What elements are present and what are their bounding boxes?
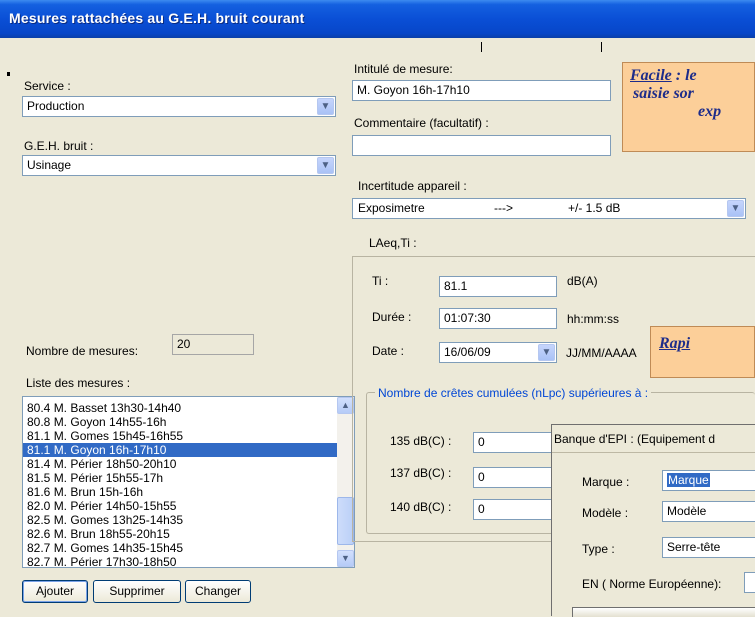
nombre-mesures-label: Nombre de mesures: bbox=[26, 344, 139, 358]
list-item[interactable]: 81.6 M. Brun 15h-16h bbox=[23, 485, 337, 499]
list-item[interactable]: 81.1 M. Gomes 15h45-16h55 bbox=[23, 429, 337, 443]
facile-note-line1: : le bbox=[671, 67, 697, 84]
list-item[interactable]: 81.5 M. Périer 15h55-17h bbox=[23, 471, 337, 485]
ti-label: Ti : bbox=[372, 274, 389, 288]
list-item[interactable]: 82.6 M. Brun 18h55-20h15 bbox=[23, 527, 337, 541]
facile-note-title: Facile bbox=[630, 67, 672, 84]
date-picker[interactable]: 16/06/09 ▼ bbox=[439, 342, 557, 363]
c140-input[interactable]: 0 bbox=[473, 499, 553, 520]
rapide-note-title: Rapi bbox=[659, 335, 691, 352]
facile-note-line3: exp bbox=[698, 103, 722, 120]
service-select[interactable]: Production ▼ bbox=[22, 96, 336, 117]
list-item[interactable]: 82.7 M. Périer 17h30-18h50 bbox=[23, 555, 337, 567]
commentaire-input[interactable] bbox=[352, 135, 611, 156]
list-item[interactable]: 81.4 M. Périer 18h50-20h10 bbox=[23, 457, 337, 471]
intitule-input-value: M. Goyon 16h-17h10 bbox=[357, 83, 470, 97]
cretes-group-title: Nombre de crêtes cumulées (nLpc) supérie… bbox=[375, 386, 652, 400]
incertitude-value: +/- 1.5 dB bbox=[568, 201, 621, 215]
c140-label: 140 dB(C) : bbox=[390, 500, 452, 514]
duree-label: Durée : bbox=[372, 310, 412, 324]
chevron-down-icon[interactable]: ▼ bbox=[727, 200, 744, 217]
epi-en-input[interactable] bbox=[744, 572, 755, 593]
supprimer-button[interactable]: Supprimer bbox=[93, 580, 181, 603]
list-item[interactable]: 80.4 M. Basset 13h30-14h40 bbox=[23, 401, 337, 415]
incertitude-arrow: ---> bbox=[494, 201, 513, 215]
duree-unit: hh:mm:ss bbox=[567, 312, 620, 326]
ti-input-value: 81.1 bbox=[444, 279, 468, 293]
liste-mesures-label: Liste des mesures : bbox=[26, 376, 131, 390]
epi-dialog[interactable]: Banque d'EPI : (Equipement d Marque : Ma… bbox=[551, 424, 755, 617]
geh-label: G.E.H. bruit : bbox=[24, 139, 94, 153]
date-label: Date : bbox=[372, 344, 405, 358]
list-item[interactable]: 81.1 M. Goyon 16h-17h10 bbox=[23, 443, 337, 457]
intitule-input[interactable]: M. Goyon 16h-17h10 bbox=[352, 80, 611, 101]
duree-input-value: 01:07:30 bbox=[444, 311, 491, 325]
ti-unit: dB(A) bbox=[567, 274, 598, 288]
ajouter-button[interactable]: Ajouter bbox=[22, 580, 88, 603]
epi-dialog-title[interactable]: Banque d'EPI : (Equipement d bbox=[552, 425, 755, 453]
chevron-down-icon[interactable]: ▼ bbox=[317, 157, 334, 174]
incertitude-label: Incertitude appareil : bbox=[358, 179, 467, 193]
c137-label: 137 dB(C) : bbox=[390, 466, 452, 480]
facile-note: Facile : le saisie sor exp bbox=[622, 62, 755, 152]
calendar-dropdown-icon[interactable]: ▼ bbox=[538, 344, 555, 361]
service-select-value: Production bbox=[27, 99, 85, 113]
list-item[interactable]: 80.8 M. Goyon 14h55-16h bbox=[23, 415, 337, 429]
epi-en-label: EN ( Norme Européenne): bbox=[582, 577, 722, 591]
epi-marque-label: Marque : bbox=[582, 475, 630, 489]
scroll-down-icon[interactable]: ▼ bbox=[337, 550, 354, 567]
epi-type-label: Type : bbox=[582, 542, 615, 556]
commentaire-label: Commentaire (facultatif) : bbox=[354, 116, 489, 130]
c135-input[interactable]: 0 bbox=[473, 432, 553, 453]
c137-input[interactable]: 0 bbox=[473, 467, 553, 488]
chevron-down-icon[interactable]: ▼ bbox=[317, 98, 334, 115]
date-picker-value: 16/06/09 bbox=[444, 345, 491, 359]
epi-marque-value: Marque bbox=[667, 473, 710, 487]
service-label: Service : bbox=[24, 79, 71, 93]
changer-button[interactable]: Changer bbox=[185, 580, 251, 603]
top-tick-mark bbox=[481, 42, 482, 52]
nombre-mesures-field: 20 bbox=[172, 334, 254, 355]
c140-input-value: 0 bbox=[478, 502, 485, 516]
geh-select-value: Usinage bbox=[27, 158, 72, 172]
epi-type-value: Serre-tête bbox=[667, 540, 721, 554]
duree-input[interactable]: 01:07:30 bbox=[439, 308, 557, 329]
top-line-mark bbox=[7, 72, 10, 76]
laeq-label: LAeq,Ti : bbox=[369, 236, 417, 250]
geh-select[interactable]: Usinage ▼ bbox=[22, 155, 336, 176]
date-unit: JJ/MM/AAAA bbox=[566, 346, 637, 360]
c137-input-value: 0 bbox=[478, 470, 485, 484]
epi-modele-value: Modèle bbox=[667, 504, 707, 518]
ti-input[interactable]: 81.1 bbox=[439, 276, 557, 297]
list-item[interactable]: 82.0 M. Périer 14h50-15h55 bbox=[23, 499, 337, 513]
epi-marque-input[interactable]: Marque bbox=[662, 470, 755, 491]
facile-note-line2: saisie sor bbox=[633, 85, 694, 102]
top-tick-mark-2 bbox=[601, 42, 602, 52]
intitule-label: Intitulé de mesure: bbox=[354, 62, 453, 76]
rapide-note: Rapi bbox=[650, 326, 755, 378]
measures-listbox[interactable]: 80.4 M. Basset 13h30-14h40 80.8 M. Goyon … bbox=[22, 396, 355, 568]
c135-input-value: 0 bbox=[478, 435, 485, 449]
window-title: Mesures rattachées au G.E.H. bruit coura… bbox=[9, 10, 305, 26]
c135-label: 135 dB(C) : bbox=[390, 434, 452, 448]
incertitude-device: Exposimetre bbox=[358, 201, 425, 215]
epi-modele-input[interactable]: Modèle bbox=[662, 501, 755, 522]
list-item[interactable]: 82.7 M. Gomes 14h35-15h45 bbox=[23, 541, 337, 555]
epi-type-select[interactable]: Serre-tête bbox=[662, 537, 755, 558]
window-titlebar[interactable]: Mesures rattachées au G.E.H. bruit coura… bbox=[0, 0, 755, 38]
list-item[interactable]: 82.5 M. Gomes 13h25-14h35 bbox=[23, 513, 337, 527]
nombre-mesures-value: 20 bbox=[177, 337, 191, 351]
epi-modele-label: Modèle : bbox=[582, 506, 629, 520]
incertitude-select[interactable]: Exposimetre ---> +/- 1.5 dB ▼ bbox=[352, 198, 746, 219]
